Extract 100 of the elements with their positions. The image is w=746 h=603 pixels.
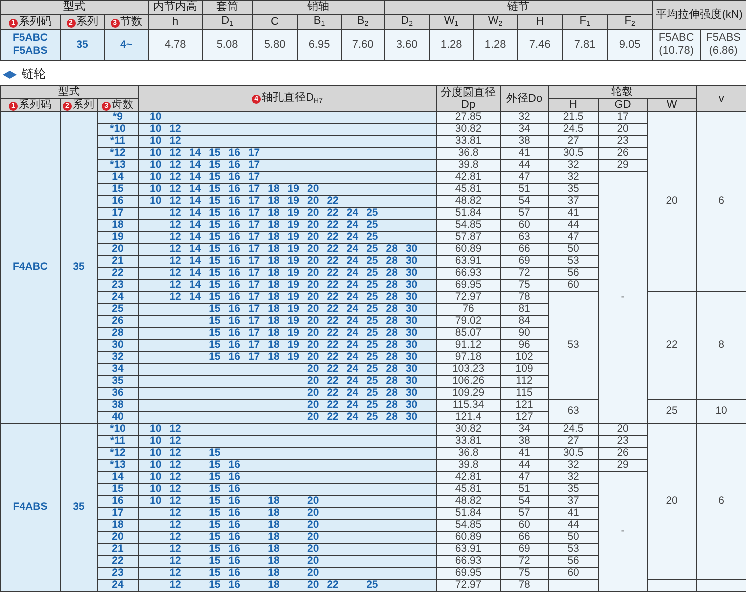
bore-size: 30 [404, 388, 419, 398]
bore-size: 24 [346, 208, 360, 218]
bore-size: 28 [385, 328, 399, 338]
bore-size: 20 [306, 352, 320, 362]
bore-size: 14 [188, 256, 202, 266]
bore-size: 10 [149, 172, 163, 182]
bore-size: 22 [326, 580, 340, 590]
table-cell: 81 [500, 304, 549, 316]
bore-size: 16 [228, 148, 242, 158]
bore-size: 20 [306, 280, 320, 290]
bore-size: 15 [208, 520, 222, 530]
table-cell: 66 [500, 244, 549, 256]
table-cell: 42.81 [436, 472, 501, 484]
table-cell: 6 [696, 112, 746, 292]
table-cell: 97.18 [436, 352, 501, 364]
table-cell: 4~ [104, 30, 149, 60]
table-cell: 60.89 [436, 532, 501, 544]
table-cell: 30.5 [548, 148, 599, 160]
table-cell: 60 [548, 568, 599, 580]
table-cell: 34 [500, 124, 549, 136]
bore-size: 16 [228, 484, 242, 494]
table-cell: 91.12 [436, 340, 501, 352]
table-cell: 5.08 [202, 30, 253, 60]
bore-size: 22 [326, 220, 340, 230]
column-header: 系列码 [19, 16, 52, 28]
table-cell: 57.87 [436, 232, 501, 244]
column-header: H [548, 98, 599, 112]
bore-size: 12 [168, 544, 182, 554]
column-header: D$_{2}$ [384, 14, 430, 30]
bore-size: 10 [149, 136, 163, 146]
table-cell: 51 [500, 484, 549, 496]
bore-size: 24 [346, 412, 360, 422]
bore-size: 28 [385, 364, 399, 374]
bore-size: 20 [306, 520, 320, 530]
table-cell: 84 [500, 316, 549, 328]
table-cell: 50 [548, 532, 599, 544]
bore-size: 17 [247, 292, 262, 302]
bore-size: 12 [168, 580, 182, 590]
table-cell: 20 [648, 424, 697, 580]
bore-size: 18 [267, 208, 281, 218]
table-cell: 20 [598, 124, 648, 136]
bore-size: 12 [168, 568, 182, 578]
table-cell: 42.81 [436, 172, 501, 184]
table-cell: 75 [500, 280, 549, 292]
bore-size: 19 [286, 268, 301, 278]
table-cell: F4ABC [0, 112, 60, 424]
bore-size: 19 [286, 328, 301, 338]
bore-size: 17 [247, 244, 262, 254]
bore-size: 15 [208, 172, 222, 182]
table-cell: 63.91 [436, 256, 501, 268]
table-cell: 41 [548, 508, 599, 520]
column-header: F$_{2}$ [608, 14, 653, 30]
bore-size: 25 [366, 316, 380, 326]
bore-size: 12 [168, 556, 182, 566]
bore-size: 15 [208, 352, 222, 362]
bore-size: 20 [306, 376, 320, 386]
table-cell: 29 [598, 160, 648, 172]
bore-size: 19 [286, 304, 301, 314]
column-header: B$_{2}$ [342, 14, 385, 30]
bore-size: 18 [267, 328, 281, 338]
table-cell: 63.91 [436, 544, 501, 556]
table-cell: 9.05 [608, 30, 653, 60]
bore-size: 25 [366, 400, 380, 410]
bore-size: 16 [228, 532, 242, 542]
table-cell: 24.5 [548, 424, 599, 436]
column-header: 轮毂 [548, 86, 697, 98]
bore-size: 19 [286, 316, 301, 326]
table-cell-text: (6.86) [708, 45, 739, 58]
table-cell: 8 [696, 292, 746, 400]
bore-size: 12 [168, 208, 182, 218]
table-cell: 56 [548, 556, 599, 568]
bore-size: 17 [247, 148, 262, 158]
bore-size: 15 [208, 496, 222, 506]
bore-size: 15 [208, 328, 222, 338]
bore-size: 30 [404, 352, 419, 362]
bore-size: 15 [208, 256, 222, 266]
bore-size: 12 [168, 436, 182, 446]
table-cell: 35 [548, 484, 599, 496]
bore-size: 14 [188, 196, 202, 206]
column-header: D$_{1}$ [202, 14, 253, 30]
bore-size: 15 [208, 304, 222, 314]
bore-size: 20 [306, 568, 320, 578]
bore-size: 17 [247, 172, 262, 182]
bore-size: 15 [208, 508, 222, 518]
table-cell: 41 [548, 208, 599, 220]
table-cell: 7.81 [562, 30, 608, 60]
bore-size: 10 [149, 196, 163, 206]
table-cell: 54.85 [436, 220, 501, 232]
table-cell-text: F5ABS [12, 45, 49, 58]
bore-size: 25 [366, 388, 380, 398]
bore-size: 28 [385, 256, 399, 266]
bore-size: 16 [228, 160, 242, 170]
table-cell: 75 [500, 568, 549, 580]
column-header: 系列 [76, 16, 98, 28]
bore-size: 18 [267, 340, 281, 350]
table-cell: 26 [598, 148, 648, 160]
bore-size: 16 [228, 496, 242, 506]
bore-size: 24 [346, 400, 360, 410]
bore-size: 15 [208, 544, 222, 554]
table-cell: 20 [598, 424, 648, 436]
